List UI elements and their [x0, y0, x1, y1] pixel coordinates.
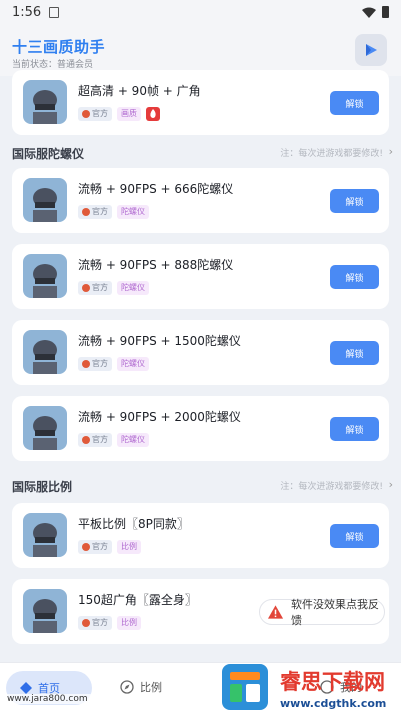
status-bar: 1:56: [0, 0, 401, 24]
compass-icon: [120, 680, 134, 694]
warning-icon: [268, 605, 284, 619]
play-button[interactable]: [355, 34, 387, 66]
preset-tags: 官方 陀螺仪: [78, 357, 149, 371]
play-icon: [366, 44, 377, 56]
preset-tags: 官方 比例: [78, 616, 141, 630]
chevron-right-icon[interactable]: ›: [389, 478, 393, 491]
preset-thumbnail: [23, 330, 67, 374]
unlock-button[interactable]: 解锁: [330, 417, 379, 441]
status-time: 1:56: [12, 4, 42, 20]
section-note: 注：每次进游戏都要修改!: [280, 482, 383, 492]
section-header-gyro: 国际服陀螺仪 注：每次进游戏都要修改! ›: [0, 141, 401, 165]
brand-url: www.cdgthk.com: [280, 697, 386, 710]
person-icon: [82, 619, 90, 627]
preset-card: 流畅 + 90FPS + 1500陀螺仪 官方 陀螺仪 解锁: [12, 320, 389, 385]
preset-name: 150超广角〖露全身〗: [78, 593, 197, 607]
category-tag: 比例: [117, 540, 141, 554]
fire-icon: [146, 107, 160, 121]
preset-thumbnail: [23, 589, 67, 633]
unlock-button[interactable]: 解锁: [330, 341, 379, 365]
category-tag: 陀螺仪: [117, 357, 149, 371]
app-title: 十三画质助手: [12, 38, 106, 56]
membership-status: 当前状态：普通会员: [12, 60, 94, 70]
preset-name: 流畅 + 90FPS + 666陀螺仪: [78, 182, 234, 196]
section-note: 注：每次进游戏都要修改!: [280, 149, 383, 159]
person-icon: [82, 208, 90, 216]
preset-thumbnail: [23, 254, 67, 298]
section-header-ratio: 国际服比例 注：每次进游戏都要修改! ›: [0, 474, 401, 498]
feedback-label: 软件没效果点我反馈: [291, 598, 380, 627]
preset-tags: 官方 陀螺仪: [78, 433, 149, 447]
official-tag: 官方: [78, 357, 112, 371]
sim-icon: [49, 6, 60, 18]
chevron-right-icon[interactable]: ›: [389, 145, 393, 158]
preset-name: 平板比例〖8P同款〗: [78, 517, 189, 531]
nav-ratio[interactable]: 比例: [120, 679, 162, 695]
unlock-button[interactable]: 解锁: [330, 524, 379, 548]
official-tag: 官方: [78, 616, 112, 630]
preset-card: 流畅 + 90FPS + 888陀螺仪 官方 陀螺仪 解锁: [12, 244, 389, 309]
preset-card: 平板比例〖8P同款〗 官方 比例 解锁: [12, 503, 389, 568]
preset-thumbnail: [23, 513, 67, 557]
person-icon: [82, 436, 90, 444]
preset-name: 流畅 + 90FPS + 888陀螺仪: [78, 258, 234, 272]
unlock-button[interactable]: 解锁: [330, 265, 379, 289]
preset-card: 流畅 + 90FPS + 666陀螺仪 官方 陀螺仪 解锁: [12, 168, 389, 233]
preset-tags: 官方 比例: [78, 540, 141, 554]
person-icon: [82, 360, 90, 368]
official-tag: 官方: [78, 205, 112, 219]
feedback-button[interactable]: 软件没效果点我反馈: [259, 598, 385, 627]
battery-icon: [382, 6, 389, 18]
preset-card: 超高清 + 90帧 + 广角 官方 画质 解锁: [12, 70, 389, 135]
official-tag: 官方: [78, 540, 112, 554]
person-icon: [82, 543, 90, 551]
section-title: 国际服陀螺仪: [12, 147, 85, 161]
official-tag: 官方: [78, 433, 112, 447]
preset-name: 超高清 + 90帧 + 广角: [78, 84, 201, 98]
category-tag: 陀螺仪: [117, 205, 149, 219]
unlock-button[interactable]: 解锁: [330, 189, 379, 213]
preset-card: 流畅 + 90FPS + 2000陀螺仪 官方 陀螺仪 解锁: [12, 396, 389, 461]
preset-name: 流畅 + 90FPS + 1500陀螺仪: [78, 334, 241, 348]
wifi-icon: [362, 7, 376, 18]
category-tag: 陀螺仪: [117, 281, 149, 295]
nav-ratio-label: 比例: [140, 681, 162, 694]
preset-name: 流畅 + 90FPS + 2000陀螺仪: [78, 410, 241, 424]
status-icons: [362, 6, 389, 18]
brand-name: 睿思下载网: [280, 670, 385, 694]
category-tag: 比例: [117, 616, 141, 630]
section-title: 国际服比例: [12, 480, 73, 494]
person-icon: [82, 284, 90, 292]
brand-watermark-logo: 睿思下载网 www.cdgthk.com: [222, 664, 386, 710]
preset-thumbnail: [23, 406, 67, 450]
preset-tags: 官方 陀螺仪: [78, 205, 149, 219]
unlock-button[interactable]: 解锁: [330, 91, 379, 115]
preset-thumbnail: [23, 80, 67, 124]
person-icon: [82, 110, 90, 118]
preset-tags: 官方 画质: [78, 107, 160, 121]
home-icon: [20, 682, 32, 694]
official-tag: 官方: [78, 107, 112, 121]
preset-thumbnail: [23, 178, 67, 222]
watermark-text: www.jara800.com: [4, 694, 91, 704]
app-header: 十三画质助手 当前状态：普通会员: [0, 24, 401, 76]
preset-tags: 官方 陀螺仪: [78, 281, 149, 295]
category-tag: 陀螺仪: [117, 433, 149, 447]
category-tag: 画质: [117, 107, 141, 121]
official-tag: 官方: [78, 281, 112, 295]
